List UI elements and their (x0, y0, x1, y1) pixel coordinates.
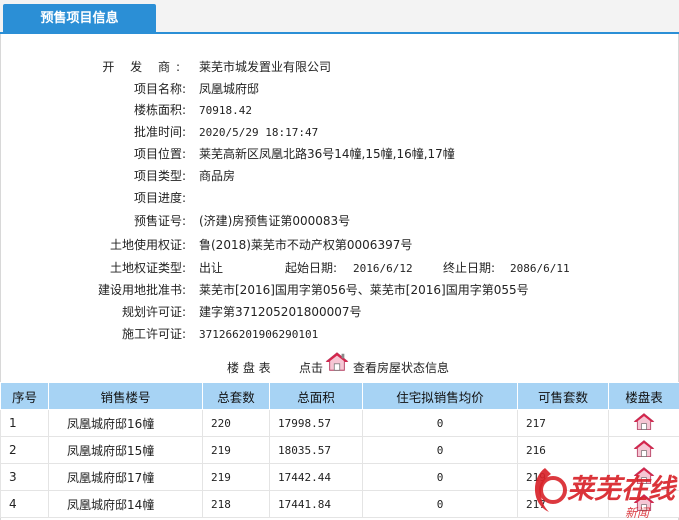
progress-label: 项目进度: (133, 191, 186, 205)
table-caption-title: 楼 盘 表 (227, 361, 271, 375)
cell-avg-price: 0 (362, 490, 518, 518)
header-avg-price: 住宅拟销售均价 (362, 382, 518, 410)
approval-time-label: 批准时间: (133, 125, 186, 139)
tab-bar: 预售项目信息 (0, 0, 679, 34)
location-value: 莱芜高新区凤凰北路36号14幢,15幢,16幢,17幢 (199, 147, 455, 161)
header-units: 总套数 (202, 382, 270, 410)
cell-units: 218 (202, 490, 270, 518)
cell-units: 219 (202, 436, 270, 464)
house-icon[interactable] (632, 439, 656, 459)
svg-text:莱芜在线: 莱芜在线 (567, 474, 678, 505)
cell-no: 1 (0, 409, 49, 437)
cell-no: 3 (0, 463, 49, 491)
cell-area: 18035.57 (269, 436, 363, 464)
cell-building: 凤凰城府邸14幢 (48, 490, 203, 518)
land-right-type-label: 土地权证类型: (109, 261, 186, 275)
cell-building: 凤凰城府邸15幢 (48, 436, 203, 464)
building-area-value: 70918.42 (199, 104, 252, 117)
start-date-value: 2016/6/12 (353, 262, 413, 275)
house-icon[interactable] (325, 350, 349, 372)
tab-presale-info[interactable]: 预售项目信息 (3, 4, 156, 34)
header-no: 序号 (0, 382, 49, 410)
project-name-label: 项目名称: (133, 82, 186, 96)
land-use-label: 土地使用权证: (109, 238, 186, 252)
approval-time-value: 2020/5/29 18:17:47 (199, 126, 319, 139)
end-date-value: 2086/6/11 (510, 262, 570, 275)
table-row: 1 凤凰城府邸16幢 220 17998.57 0 217 (0, 409, 679, 437)
land-plan-value: 莱芜市[2016]国用字第056号、莱芜市[2016]国用字第055号 (199, 283, 529, 297)
cell-area: 17998.57 (269, 409, 363, 437)
land-right-type-value: 出让 (199, 261, 224, 275)
cell-avg-price: 0 (362, 409, 518, 437)
table-caption-click: 点击 (299, 361, 324, 375)
type-label: 项目类型: (133, 169, 186, 183)
cell-area: 17442.44 (269, 463, 363, 491)
presale-cert-label: 预售证号: (133, 214, 186, 228)
project-name-value: 凤凰城府邸 (199, 82, 260, 96)
cell-avg-price: 0 (362, 463, 518, 491)
cell-building: 凤凰城府邸16幢 (48, 409, 203, 437)
cell-available: 217 (517, 409, 609, 437)
house-icon[interactable] (632, 412, 656, 432)
land-plan-label: 建设用地批准书: (97, 283, 186, 297)
header-available: 可售套数 (517, 382, 609, 410)
start-date-label: 起始日期: (285, 261, 338, 275)
location-label: 项目位置: (133, 147, 186, 161)
developer-value: 莱芜市城发置业有限公司 (199, 60, 332, 74)
cell-floor-plan[interactable] (608, 409, 679, 437)
view-house-status-link[interactable]: 查看房屋状态信息 (353, 357, 449, 379)
end-date-label: 终止日期: (443, 261, 496, 275)
cell-units: 220 (202, 409, 270, 437)
presale-cert-value: (济建)房预售证第000083号 (199, 214, 351, 228)
cell-no: 2 (0, 436, 49, 464)
construction-permit-value: 371266201906290101 (199, 328, 319, 341)
cell-avg-price: 0 (362, 436, 518, 464)
planning-permit-value: 建字第371205201800007号 (199, 305, 362, 319)
svg-text:新闻: 新闻 (625, 506, 651, 520)
developer-label: 开 发 商: (102, 60, 186, 74)
building-area-label: 楼栋面积: (133, 103, 186, 117)
cell-building: 凤凰城府邸17幢 (48, 463, 203, 491)
site-watermark-logo: 莱芜在线 新闻 (534, 468, 678, 520)
table-header-row: 序号 销售楼号 总套数 总面积 住宅拟销售均价 可售套数 楼盘表 (0, 382, 679, 410)
land-use-value: 鲁(2018)莱芜市不动产权第0006397号 (199, 238, 413, 252)
type-value: 商品房 (199, 169, 236, 183)
planning-permit-label: 规划许可证: (121, 305, 186, 319)
header-building: 销售楼号 (48, 382, 203, 410)
header-floor-plan: 楼盘表 (608, 382, 679, 410)
construction-permit-label: 施工许可证: (121, 327, 186, 341)
cell-area: 17441.84 (269, 490, 363, 518)
cell-units: 219 (202, 463, 270, 491)
cell-no: 4 (0, 490, 49, 518)
header-area: 总面积 (269, 382, 363, 410)
